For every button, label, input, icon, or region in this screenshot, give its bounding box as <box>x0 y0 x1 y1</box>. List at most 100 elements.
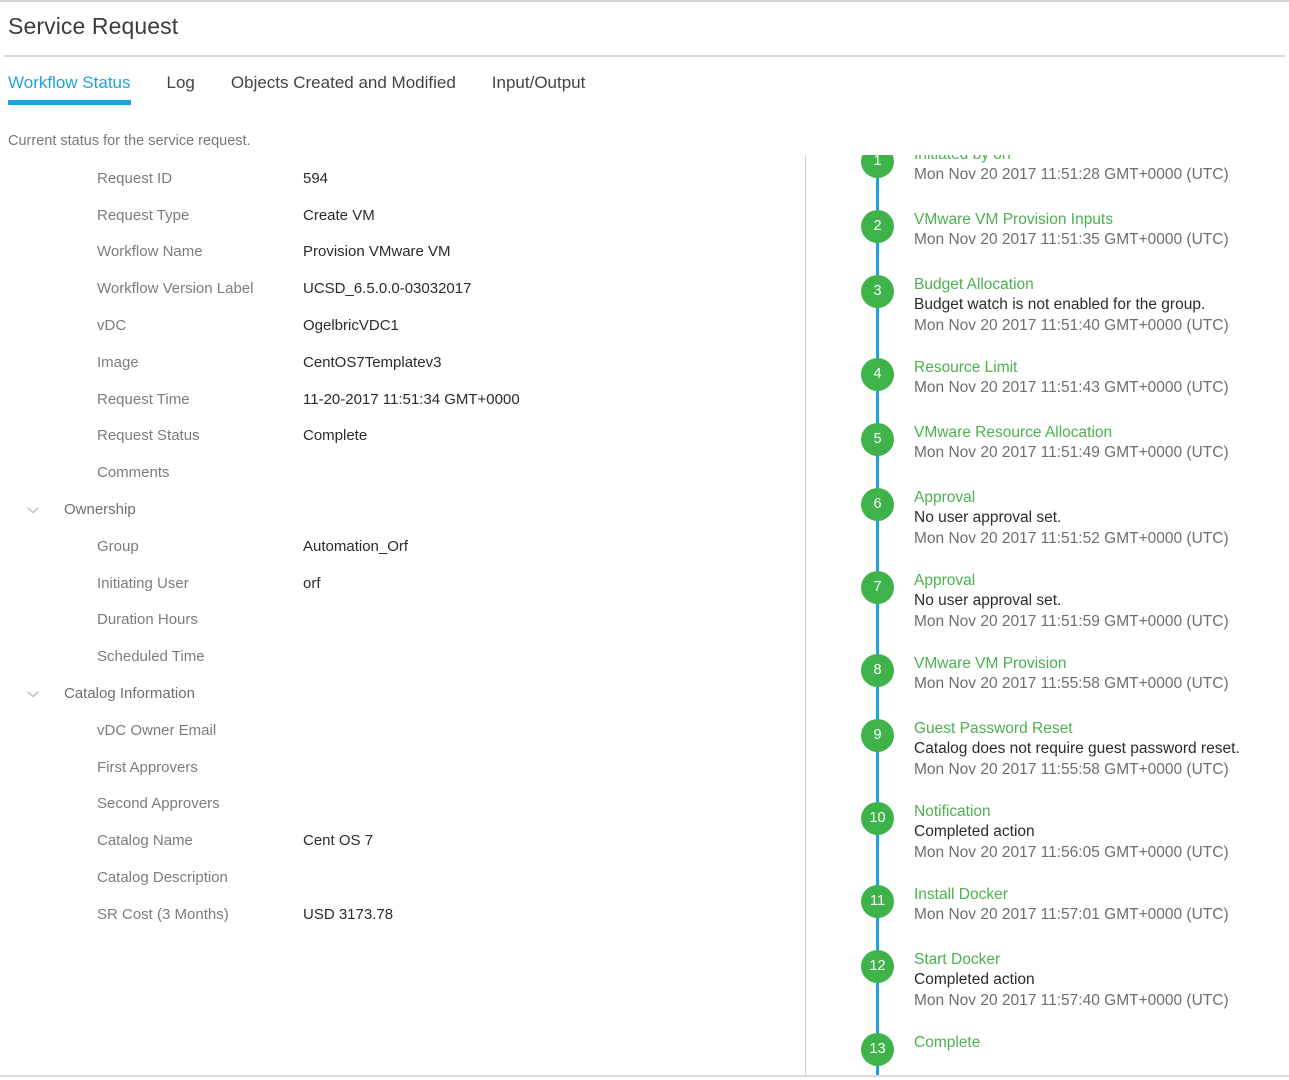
field-value: USD 3173.78 <box>303 905 394 923</box>
group-title: Ownership <box>64 501 136 519</box>
field-row-request-status: Request Status Complete <box>0 418 805 455</box>
group-header-catalog-information[interactable]: Catalog Information <box>0 675 805 712</box>
field-row-duration-hours: Duration Hours <box>0 602 805 639</box>
timeline-step-badge: 2 <box>861 210 894 243</box>
timeline-item: 2 VMware VM Provision Inputs Mon Nov 20 20… <box>806 210 1289 253</box>
timeline-step-detail: Completed action <box>914 971 1035 988</box>
field-value: orf <box>303 574 321 592</box>
tab-objects-created-and-modified[interactable]: Objects Created and Modified <box>231 72 456 105</box>
workflow-timeline-pane: 1 Initiated by orfMon Nov 20 2017 11:51:2… <box>806 155 1289 1075</box>
timeline-step-name: Install Docker <box>914 886 1008 903</box>
field-label: Scheduled Time <box>97 648 205 666</box>
timeline-step-badge: 13 <box>861 1033 894 1066</box>
field-label: vDC Owner Email <box>97 721 217 739</box>
timeline-step-detail: Catalog does not require guest password … <box>914 740 1240 757</box>
timeline-step-timestamp: Mon Nov 20 2017 11:51:49 GMT+0000 (UTC) <box>914 444 1229 461</box>
timeline-item: 7 Approval No user approval set. Mon Nov 20… <box>806 571 1289 632</box>
field-row-request-type: Request Type Create VM <box>0 197 805 234</box>
field-label: First Approvers <box>97 758 198 776</box>
field-row-catalog-name: Catalog Name Cent OS 7 <box>0 822 805 859</box>
timeline-step-name: Guest Password Reset <box>914 720 1073 737</box>
timeline-step-badge: 8 <box>861 654 894 687</box>
field-value: Create VM <box>303 206 375 224</box>
timeline-item: 10 Notification Completed action Mon Nov 20… <box>806 802 1289 863</box>
timeline-step-name: Initiated by orf <box>914 155 1289 165</box>
field-label: Request Time <box>97 390 190 408</box>
timeline-step-timestamp: Mon Nov 20 2017 11:55:58 GMT+0000 (UTC) <box>914 760 1229 778</box>
tab-bar: Workflow Status Log Objects Created and Mo… <box>8 72 585 112</box>
tab-workflow-status[interactable]: Workflow Status <box>8 72 131 105</box>
timeline-step-detail: No user approval set. <box>914 509 1062 526</box>
timeline-item: 6 Approval No user approval set. Mon Nov 20… <box>806 488 1289 549</box>
field-label: SR Cost (3 Months) <box>97 905 229 923</box>
timeline-step-badge: 11 <box>861 885 894 918</box>
timeline-step-name: Approval <box>914 489 976 506</box>
timeline-item: 3 Budget Allocation Budget watch is not en… <box>806 275 1289 336</box>
field-label: Workflow Name <box>97 243 203 261</box>
timeline-step-timestamp: Mon Nov 20 2017 11:55:58 GMT+0000 (UTC) <box>914 675 1229 692</box>
top-border <box>0 0 1289 2</box>
field-label: Workflow Version Label <box>97 280 254 298</box>
field-row-second-approvers: Second Approvers <box>0 786 805 823</box>
timeline-step-name: Resource Limit <box>914 359 1018 376</box>
timeline-step-badge: 1 <box>861 155 894 178</box>
bottom-border <box>0 1075 1289 1077</box>
field-label: Request ID <box>97 169 173 187</box>
timeline-step-name: Notification <box>914 803 991 820</box>
timeline-step-badge: 7 <box>861 571 894 604</box>
timeline-item: 11 Install Docker Mon Nov 20 2017 11:57:01… <box>806 885 1289 928</box>
timeline-step-timestamp: Mon Nov 20 2017 11:51:59 GMT+0000 (UTC) <box>914 612 1229 630</box>
timeline-step-badge: 5 <box>861 423 894 456</box>
field-row-vdc-owner-email: vDC Owner Email <box>0 712 805 749</box>
field-row-vdc: vDC OgelbricVDC1 <box>0 307 805 344</box>
field-row-request-id: Request ID 594 <box>0 160 805 197</box>
field-row-request-time: Request Time 11-20-2017 11:51:34 GMT+0000 <box>0 381 805 418</box>
field-label: Request Status <box>97 427 200 445</box>
timeline-step-name: VMware VM Provision Inputs <box>914 211 1113 228</box>
group-header-ownership[interactable]: Ownership <box>0 491 805 528</box>
timeline-item: 12 Start Docker Completed action Mon Nov 20… <box>806 950 1289 1011</box>
field-value: Cent OS 7 <box>303 832 374 850</box>
chevron-down-icon <box>25 502 41 518</box>
field-label: Catalog Name <box>97 832 193 850</box>
timeline-step-badge: 10 <box>861 802 894 835</box>
field-value: Automation_Orf <box>303 537 409 555</box>
timeline-step-timestamp: Mon Nov 20 2017 11:51:43 GMT+0000 (UTC) <box>914 379 1229 396</box>
field-value: OgelbricVDC1 <box>303 317 399 335</box>
field-row-catalog-description: Catalog Description <box>0 859 805 896</box>
timeline-item: 4 Resource Limit Mon Nov 20 2017 11:51:43 … <box>806 358 1289 401</box>
details-field-list: Request ID 594 Request Type Create VM Workfl… <box>0 155 805 933</box>
timeline-step-badge: 12 <box>861 950 894 983</box>
field-label: Comments <box>97 464 170 482</box>
field-label: Catalog Description <box>97 869 228 887</box>
field-value: CentOS7Templatev3 <box>303 353 442 371</box>
field-row-first-approvers: First Approvers <box>0 749 805 786</box>
tab-input-output[interactable]: Input/Output <box>492 72 586 105</box>
timeline-step-name: Complete <box>914 1034 981 1051</box>
timeline-item: 1 Initiated by orfMon Nov 20 2017 11:51:2… <box>806 155 1289 188</box>
timeline-step-timestamp: Mon Nov 20 2017 11:51:40 GMT+0000 (UTC) <box>914 316 1229 334</box>
tab-log[interactable]: Log <box>167 72 195 105</box>
field-row-workflow-version-label: Workflow Version Label UCSD_6.5.0.0-03032… <box>0 270 805 307</box>
field-row-initiating-user: Initiating User orf <box>0 565 805 602</box>
timeline-step-timestamp: Mon Nov 20 2017 11:57:01 GMT+0000 (UTC) <box>914 906 1229 923</box>
timeline-step-detail: Budget watch is not enabled for the grou… <box>914 296 1206 313</box>
field-row-group: Group Automation_Orf <box>0 528 805 565</box>
timeline-step-name: Start Docker <box>914 951 1001 968</box>
timeline-step-badge: 9 <box>861 719 894 752</box>
timeline-step-timestamp: Mon Nov 20 2017 11:51:28 GMT+0000 (UTC) <box>914 166 1229 183</box>
field-value: Provision VMware VM <box>303 243 451 261</box>
timeline-step-timestamp: Mon Nov 20 2017 11:57:40 GMT+0000 (UTC) <box>914 991 1229 1009</box>
timeline-item: 13 Complete <box>806 1033 1289 1075</box>
workflow-timeline: 1 Initiated by orfMon Nov 20 2017 11:51:2… <box>806 155 1289 1075</box>
field-row-workflow-name: Workflow Name Provision VMware VM <box>0 234 805 271</box>
timeline-step-name: Approval <box>914 572 976 589</box>
page-title: Service Request <box>8 13 179 39</box>
chevron-down-icon <box>25 686 41 702</box>
timeline-step-timestamp: Mon Nov 20 2017 11:56:05 GMT+0000 (UTC) <box>914 843 1229 861</box>
field-label: Second Approvers <box>97 795 220 813</box>
title-divider <box>4 55 1285 57</box>
timeline-step-timestamp: Mon Nov 20 2017 11:51:35 GMT+0000 (UTC) <box>914 231 1229 248</box>
group-title: Catalog Information <box>64 685 195 703</box>
field-label: Group <box>97 537 139 555</box>
